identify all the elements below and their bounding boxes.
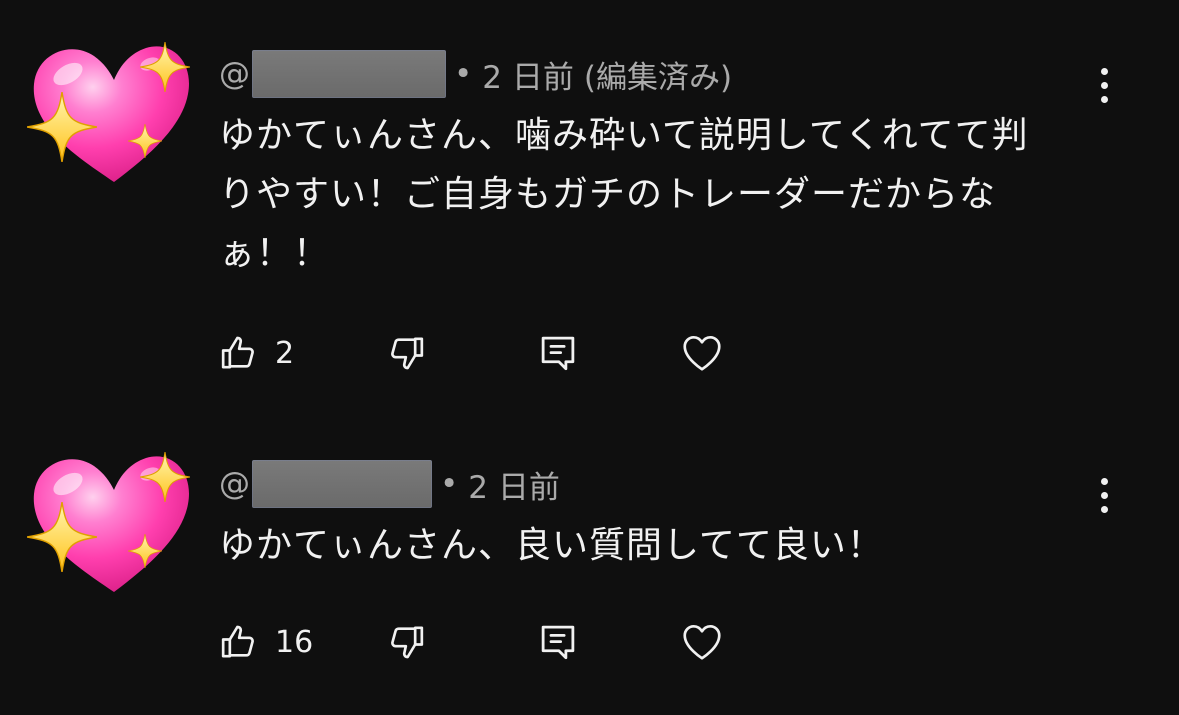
comment-header: @ • 2 日前 (編集済み) bbox=[219, 50, 732, 98]
dislike-button[interactable] bbox=[386, 617, 426, 667]
menu-dot bbox=[1100, 491, 1108, 499]
comment-time[interactable]: 2 日前 bbox=[468, 462, 560, 507]
author-handle-prefix[interactable]: @ bbox=[219, 56, 250, 92]
reply-button[interactable] bbox=[537, 328, 579, 378]
heart-outline-icon bbox=[683, 624, 721, 660]
menu-dot bbox=[1100, 505, 1108, 513]
heart-outline-icon bbox=[683, 335, 721, 371]
thumbs-down-icon bbox=[391, 337, 424, 370]
avatar[interactable] bbox=[22, 32, 194, 192]
comment-text: ゆかてぃんさん、噛み砕いて説明してくれてて判 りやすい！ご自身もガチのトレーダー… bbox=[219, 115, 1029, 274]
separator-dot: • bbox=[454, 56, 473, 92]
reply-comment-icon bbox=[541, 336, 575, 371]
edited-label: (編集済み) bbox=[583, 59, 733, 96]
comment-item: @ • 2 日前 ゆかてぃんさん、良い質問してて良い！ 16 bbox=[0, 400, 1179, 715]
thumbs-down-icon bbox=[391, 626, 424, 659]
author-handle-redacted[interactable] bbox=[252, 460, 432, 508]
comment-menu-button[interactable] bbox=[1086, 470, 1122, 520]
comment-text: ゆかてぃんさん、良い質問してて良い！ bbox=[219, 525, 884, 566]
like-button[interactable]: 16 bbox=[219, 617, 313, 667]
like-button[interactable]: 2 bbox=[219, 328, 294, 378]
heart-button[interactable] bbox=[679, 328, 725, 378]
comment-header: @ • 2 日前 bbox=[219, 460, 560, 508]
comment-item: @ • 2 日前 (編集済み) ゆかてぃんさん、噛み砕いて説明してくれてて判 り… bbox=[0, 0, 1179, 400]
heart-button[interactable] bbox=[679, 617, 725, 667]
reply-comment-icon bbox=[541, 625, 575, 660]
menu-dot bbox=[1100, 95, 1108, 103]
like-count: 16 bbox=[275, 624, 314, 660]
comment-time[interactable]: 2 日前 bbox=[482, 52, 574, 97]
separator-dot: • bbox=[440, 466, 459, 502]
comment-menu-button[interactable] bbox=[1086, 60, 1122, 110]
author-handle-redacted[interactable] bbox=[252, 50, 446, 98]
comment-actions: 2 bbox=[0, 328, 1179, 378]
comment-actions: 16 bbox=[0, 617, 1179, 667]
avatar[interactable] bbox=[22, 442, 194, 602]
menu-dot bbox=[1100, 81, 1108, 89]
more-vertical-icon bbox=[1100, 67, 1108, 75]
like-count: 2 bbox=[275, 335, 295, 371]
thumbs-up-icon bbox=[221, 336, 254, 369]
more-vertical-icon bbox=[1100, 477, 1108, 485]
dislike-button[interactable] bbox=[386, 328, 426, 378]
reply-button[interactable] bbox=[537, 617, 579, 667]
author-handle-prefix[interactable]: @ bbox=[219, 466, 250, 502]
thumbs-up-icon bbox=[221, 625, 254, 658]
